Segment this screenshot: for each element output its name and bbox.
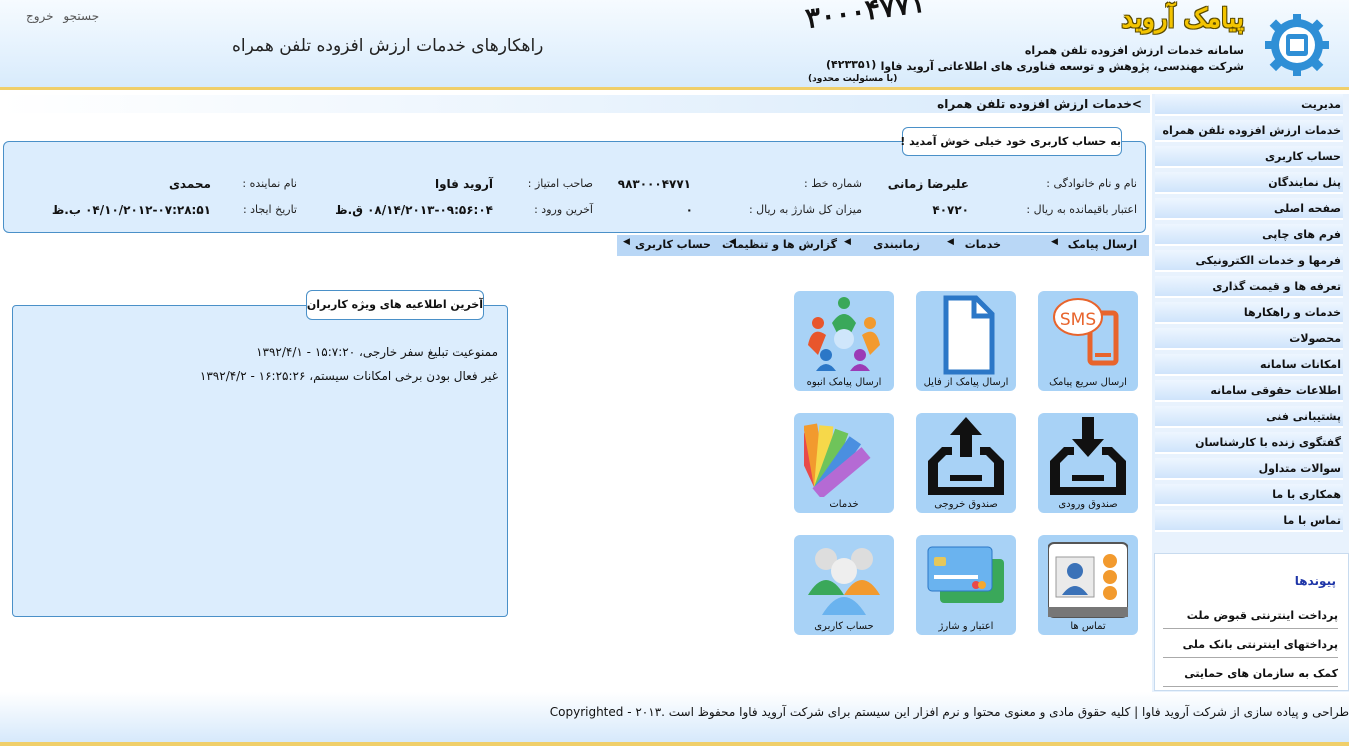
owner-value: آروید فاوا: [434, 177, 493, 191]
sidebar-item-account[interactable]: حساب کاربری: [1155, 146, 1343, 168]
menu-arrow-icon: ◀: [729, 237, 736, 247]
footer: طراحی و پیاده سازی از شرکت آروید فاوا | …: [0, 692, 1349, 746]
sidebar-item-products[interactable]: محصولات: [1155, 328, 1343, 350]
sidebar-item-e-forms[interactable]: فرمها و خدمات الکترونیکی: [1155, 250, 1343, 272]
phone-sms-icon: SMS: [1053, 298, 1119, 366]
group-people-icon: [808, 297, 880, 371]
sidebar-item-faq[interactable]: سوالات متداول: [1155, 458, 1343, 480]
sidebar-item-support[interactable]: پشتیبانی فنی: [1155, 406, 1343, 428]
credit-label: اعتبار باقیمانده به ریال :: [1026, 203, 1137, 216]
links-title: پیوندها: [1294, 574, 1336, 588]
tile-label: تماس ها: [1070, 621, 1106, 632]
created-label: تاریخ ایجاد :: [242, 203, 297, 216]
tile-credit-charge[interactable]: اعتبار و شارژ: [916, 535, 1016, 635]
sidebar-item-careers[interactable]: همکاری با ما: [1155, 484, 1343, 506]
tile-label: ارسال پیامک انبوه: [806, 377, 882, 388]
breadcrumb: >خدمات ارزش افزوده تلفن همراه: [937, 97, 1142, 111]
line-value: ۹۸۳۰۰۰۴۷۷۱: [617, 177, 691, 191]
credit-card-icon: [927, 546, 1004, 603]
tile-contacts[interactable]: تماس ها: [1038, 535, 1138, 635]
link-charity[interactable]: کمک به سازمان های حمایتی: [1163, 667, 1338, 687]
menu-arrow-icon: ◀: [623, 237, 630, 247]
header: جستجو خروج راهکارهای خدمات ارزش افزوده ت…: [0, 0, 1349, 90]
credit-value: ۴۰۷۲۰: [932, 203, 969, 217]
sidebar-item-legal[interactable]: اطلاعات حقوقی سامانه: [1155, 380, 1343, 402]
tile-inbox[interactable]: صندوق ورودی: [1038, 413, 1138, 513]
tile-label: خدمات: [829, 499, 859, 510]
last-login-label: آخرین ورود :: [534, 203, 593, 216]
tile-bulk-sms[interactable]: ارسال پیامک انبوه: [794, 291, 894, 391]
name-label: نام و نام خانوادگی :: [1046, 177, 1137, 190]
tile-outbox[interactable]: صندوق خروجی: [916, 413, 1016, 513]
company-type: (با مسئولیت محدود): [808, 74, 898, 84]
tile-send-from-file[interactable]: ارسال پیامک از فایل: [916, 291, 1016, 391]
menu-arrow-icon: ◀: [1051, 237, 1058, 247]
menu-reports-settings[interactable]: گزارش ها و تنظیمات: [722, 238, 837, 251]
agent-label: نام نماینده :: [242, 177, 297, 190]
tile-user-account[interactable]: حساب کاربری: [794, 535, 894, 635]
file-icon: [943, 295, 995, 375]
sidebar-item-vas[interactable]: خدمات ارزش افزوده تلفن همراه: [1155, 120, 1343, 142]
sidebar-item-home[interactable]: صفحه اصلی: [1155, 198, 1343, 220]
charge-label: میزان کل شارژ به ریال :: [748, 203, 862, 216]
created-value: ۰۴/۱۰/۲۰۱۲-۰۷:۲۸:۵۱ ب.ظ: [51, 203, 211, 217]
contacts-icon: [1048, 542, 1128, 618]
announcement-item[interactable]: ممنوعیت تبلیغ سفر خارجی، ۱۵:۷:۲۰ - ۱۳۹۲/…: [256, 345, 498, 359]
charge-value: ۰: [685, 203, 693, 217]
menu-user-account[interactable]: حساب کاربری: [635, 238, 711, 251]
announcement-item[interactable]: غیر فعال بودن برخی امکانات سیستم، ۱۶:۲۵:…: [200, 369, 498, 383]
line-label: شماره خط :: [804, 177, 862, 190]
tagline: راهکارهای خدمات ارزش افزوده تلفن همراه: [232, 36, 544, 56]
tile-label: حساب کاربری: [814, 621, 874, 632]
menu-services[interactable]: خدمات: [965, 238, 1001, 251]
link-melli-bank[interactable]: پرداختهای اینترنتی بانک ملی: [1163, 638, 1338, 658]
announcements-title: آخرین اطلاعیه های ویژه کاربران: [306, 290, 484, 320]
welcome-message: به حساب کاربری خود خیلی خوش آمدید !: [900, 127, 1122, 156]
sidebar-item-features[interactable]: امکانات سامانه: [1155, 354, 1343, 376]
company-name: شرکت مهندسی، پژوهش و توسعه فناوری های اط…: [880, 60, 1244, 73]
owner-label: صاحب امتیاز :: [527, 177, 593, 190]
sidebar-item-pricing[interactable]: تعرفه ها و قیمت گذاری: [1155, 276, 1343, 298]
brand-number: ۳۰۰۰۴۷۷۱: [803, 0, 928, 36]
tile-services[interactable]: خدمات: [794, 413, 894, 513]
svg-text:SMS: SMS: [1060, 310, 1096, 330]
menu-arrow-icon: ◀: [844, 237, 851, 247]
menu-send-sms[interactable]: ارسال پیامک: [1068, 238, 1137, 251]
users-icon: [808, 548, 880, 615]
sidebar-item-live-chat[interactable]: گفتگوی زنده با کارشناسان: [1155, 432, 1343, 454]
registration-number: (۴۲۳۳۵۱): [826, 58, 877, 71]
color-palette-icon: [804, 423, 871, 497]
tile-label: صندوق خروجی: [934, 499, 998, 510]
sidebar-item-print-forms[interactable]: فرم های چاپی: [1155, 224, 1343, 246]
agent-value: محمدی: [168, 177, 211, 191]
sidebar-item-contact[interactable]: تماس با ما: [1155, 510, 1343, 532]
top-links: جستجو خروج: [26, 9, 105, 23]
brand-title: پیامک آروید: [1121, 4, 1244, 34]
outbox-icon: [928, 417, 1004, 495]
tile-label: ارسال پیامک از فایل: [923, 377, 1009, 388]
menu-scheduling[interactable]: زمانبندی: [873, 238, 920, 251]
logo-gear-icon: [1262, 12, 1332, 78]
main-menu-bar: ارسال پیامک ◀ خدمات ◀ زمانبندی ◀ گزارش ه…: [617, 235, 1149, 256]
footer-copyright: طراحی و پیاده سازی از شرکت آروید فاوا | …: [549, 705, 1349, 719]
inbox-icon: [1050, 417, 1126, 495]
name-value: علیرضا زمانی: [887, 177, 969, 191]
sidebar-item-management[interactable]: مدیریت: [1155, 94, 1343, 116]
tile-label: اعتبار و شارژ: [938, 621, 994, 632]
logout-link[interactable]: خروج: [26, 9, 54, 23]
tile-quick-sms[interactable]: SMS ارسال سریع پیامک: [1038, 291, 1138, 391]
sidebar-item-agents-panel[interactable]: پنل نمایندگان: [1155, 172, 1343, 194]
search-link[interactable]: جستجو: [63, 9, 99, 23]
breadcrumb-bar: >خدمات ارزش افزوده تلفن همراه: [0, 95, 1150, 113]
tile-label: صندوق ورودی: [1058, 499, 1118, 510]
sidebar-item-solutions[interactable]: خدمات و راهکارها: [1155, 302, 1343, 324]
link-mellat-bills[interactable]: پرداخت اینترنتی قبوض ملت: [1163, 609, 1338, 629]
last-login-value: ۰۸/۱۴/۲۰۱۳-۰۹:۵۶:۰۴ ق.ظ: [335, 203, 493, 217]
brand-subtitle: سامانه خدمات ارزش افزوده تلفن همراه: [1024, 44, 1244, 57]
menu-arrow-icon: ◀: [947, 237, 954, 247]
links-box: پیوندها پرداخت اینترنتی قبوض ملت پرداخته…: [1154, 553, 1349, 691]
tile-label: ارسال سریع پیامک: [1049, 377, 1127, 388]
